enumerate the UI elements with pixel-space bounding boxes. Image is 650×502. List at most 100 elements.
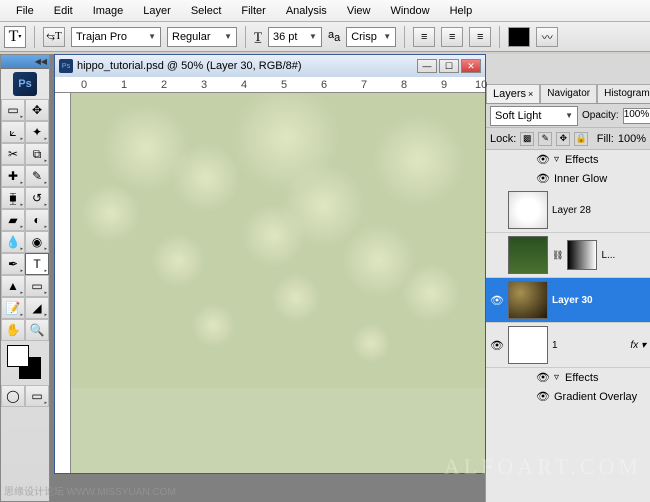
menu-analysis[interactable]: Analysis [278, 2, 335, 20]
align-center-icon[interactable]: ≡ [441, 27, 463, 47]
font-style-dropdown[interactable]: Regular▼ [167, 27, 237, 47]
layer-thumbnail[interactable] [508, 236, 548, 274]
font-size-dropdown[interactable]: 36 pt▼ [268, 27, 322, 47]
layer-thumbnail[interactable] [508, 281, 548, 319]
quickmask-icon[interactable]: ◯ [1, 385, 25, 407]
layer-row[interactable]: ⛓ L... [486, 233, 650, 278]
panel-tabs: Layers× Navigator Histogram [486, 84, 650, 104]
menu-help[interactable]: Help [442, 2, 481, 20]
path-select-icon[interactable]: ▲▸ [1, 275, 25, 297]
menu-view[interactable]: View [339, 2, 379, 20]
slice-tool-icon[interactable]: ⧉▸ [25, 143, 49, 165]
wand-tool-icon[interactable]: ✦▸ [25, 121, 49, 143]
lock-pixels-icon[interactable]: ✎ [538, 132, 552, 146]
opacity-field[interactable]: 100% [623, 108, 650, 124]
pen-tool-icon[interactable]: ✒▸ [1, 253, 25, 275]
effects-group[interactable]: 👁▿ Effects [486, 150, 650, 169]
menu-window[interactable]: Window [382, 2, 437, 20]
canvas[interactable] [71, 93, 485, 473]
brush-tool-icon[interactable]: ✎▸ [25, 165, 49, 187]
zoom-tool-icon[interactable]: 🔍 [25, 319, 49, 341]
visibility-toggle[interactable]: 👁 [490, 294, 504, 307]
layer-thumbnail[interactable] [508, 326, 548, 364]
font-family-dropdown[interactable]: Trajan Pro▼ [71, 27, 161, 47]
layer-name[interactable]: L... [601, 250, 615, 261]
effects-group[interactable]: 👁▿ Effects [486, 368, 650, 387]
blend-mode-dropdown[interactable]: Soft Light▼ [490, 106, 578, 126]
fx-badge[interactable]: fx ▾ [630, 340, 646, 351]
antialias-dropdown[interactable]: Crisp▼ [346, 27, 396, 47]
document-title: hippo_tutorial.psd @ 50% (Layer 30, RGB/… [77, 60, 302, 72]
menu-layer[interactable]: Layer [135, 2, 179, 20]
tab-histogram[interactable]: Histogram [597, 84, 650, 103]
tab-layers[interactable]: Layers× [486, 84, 540, 103]
maximize-button[interactable]: ☐ [439, 59, 459, 73]
layer-name[interactable]: Layer 30 [552, 295, 593, 306]
layer-thumbnail[interactable] [508, 191, 548, 229]
font-size-icon: T̲ [254, 29, 262, 45]
visibility-toggle[interactable]: 👁 [490, 339, 504, 352]
options-bar: T▾ ⥃T Trajan Pro▼ Regular▼ T̲ 36 pt▼ aa … [0, 22, 650, 52]
move-tool-icon[interactable]: ✥ [25, 99, 49, 121]
menu-image[interactable]: Image [85, 2, 132, 20]
blur-tool-icon[interactable]: 💧▸ [1, 231, 25, 253]
layer-row[interactable]: 👁 1 fx ▾ [486, 323, 650, 368]
lock-position-icon[interactable]: ✥ [556, 132, 570, 146]
fill-field[interactable]: 100% [618, 133, 646, 145]
ruler-vertical[interactable] [55, 93, 71, 473]
layer-row[interactable]: 👁 Layer 30 [486, 278, 650, 323]
screenmode-icon[interactable]: ▭▸ [25, 385, 49, 407]
heal-tool-icon[interactable]: ✚▸ [1, 165, 25, 187]
layer-name[interactable]: 1 [552, 340, 558, 351]
panels-column: Layers× Navigator Histogram Soft Light▼ … [485, 54, 650, 502]
tab-navigator[interactable]: Navigator [540, 84, 597, 103]
lock-all-icon[interactable]: 🔒 [574, 132, 588, 146]
notes-tool-icon[interactable]: 📝▸ [1, 297, 25, 319]
color-swatches[interactable] [1, 341, 49, 385]
eraser-tool-icon[interactable]: ▰▸ [1, 209, 25, 231]
mask-thumbnail[interactable] [567, 240, 597, 270]
dodge-tool-icon[interactable]: ◉▸ [25, 231, 49, 253]
photoshop-badge: Ps [13, 72, 37, 96]
link-icon: ⛓ [552, 250, 563, 261]
warp-text-icon[interactable]: 〰 [536, 27, 558, 47]
crop-tool-icon[interactable]: ✂ [1, 143, 25, 165]
marquee-tool-icon[interactable]: ▭▸ [1, 99, 25, 121]
watermark-right: ALFOART.COM [444, 454, 642, 480]
layer-name[interactable]: Layer 28 [552, 205, 591, 216]
minimize-button[interactable]: — [417, 59, 437, 73]
hand-tool-icon[interactable]: ✋ [1, 319, 25, 341]
lasso-tool-icon[interactable]: ⟀▸ [1, 121, 25, 143]
gradient-tool-icon[interactable]: ◐▸ [25, 209, 49, 231]
history-brush-icon[interactable]: ↺▸ [25, 187, 49, 209]
type-tool-icon[interactable]: T▸ [25, 253, 49, 275]
orientation-toggle-icon[interactable]: ⥃T [43, 27, 65, 47]
lock-label: Lock: [490, 133, 516, 145]
close-button[interactable]: ✕ [461, 59, 481, 73]
foreground-swatch[interactable] [7, 345, 29, 367]
fill-label: Fill: [597, 133, 614, 145]
menu-file[interactable]: File [8, 2, 42, 20]
stamp-tool-icon[interactable]: ⧯▸ [1, 187, 25, 209]
document-titlebar[interactable]: Ps hippo_tutorial.psd @ 50% (Layer 30, R… [55, 55, 485, 77]
menu-edit[interactable]: Edit [46, 2, 81, 20]
effect-gradient-overlay[interactable]: 👁Gradient Overlay [486, 387, 650, 406]
eyedropper-icon[interactable]: ◢▸ [25, 297, 49, 319]
align-right-icon[interactable]: ≡ [469, 27, 491, 47]
menu-filter[interactable]: Filter [233, 2, 273, 20]
shape-tool-icon[interactable]: ▭▸ [25, 275, 49, 297]
document-window: Ps hippo_tutorial.psd @ 50% (Layer 30, R… [54, 54, 486, 474]
menu-bar: File Edit Image Layer Select Filter Anal… [0, 0, 650, 22]
align-left-icon[interactable]: ≡ [413, 27, 435, 47]
menu-select[interactable]: Select [183, 2, 230, 20]
text-color-swatch[interactable] [508, 27, 530, 47]
effect-inner-glow[interactable]: 👁Inner Glow [486, 169, 650, 188]
ruler-horizontal[interactable]: 0 1 2 3 4 5 6 7 8 9 10 [55, 77, 485, 93]
toolbox-header[interactable]: ◀◀ [1, 55, 49, 69]
document-icon: Ps [59, 59, 73, 73]
opacity-label: Opacity: [582, 110, 619, 121]
antialias-icon: aa [328, 29, 340, 44]
lock-transparency-icon[interactable]: ▩ [520, 132, 534, 146]
layer-row[interactable]: Layer 28 [486, 188, 650, 233]
active-tool-indicator[interactable]: T▾ [4, 26, 26, 48]
